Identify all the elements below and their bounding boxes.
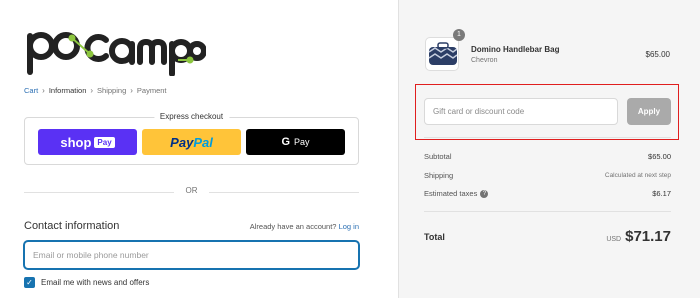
newsletter-label: Email me with news and offers	[41, 278, 150, 287]
breadcrumb-payment: Payment	[136, 86, 167, 95]
google-pay-button[interactable]: G Pay	[246, 129, 345, 155]
breadcrumb-shipping: Shipping	[97, 86, 127, 95]
divider-line	[24, 192, 174, 193]
product-variant: Chevron	[471, 57, 498, 64]
paypal-wordmark-pay: Pay	[170, 134, 194, 150]
shipping-value: Calculated at next step	[604, 172, 671, 179]
question-mark-icon[interactable]: ?	[480, 190, 489, 199]
chevron-right-icon: ›	[90, 86, 94, 95]
apply-discount-button[interactable]: Apply	[627, 98, 671, 125]
po-campo-logo[interactable]	[24, 24, 206, 76]
summary-divider	[424, 137, 671, 138]
product-price: $65.00	[645, 50, 670, 59]
express-checkout-title: Express checkout	[153, 112, 230, 121]
newsletter-checkbox[interactable]: ✓	[24, 277, 35, 288]
total-row: Total USD $71.17	[424, 228, 671, 245]
shop-pay-wordmark: shop	[60, 134, 92, 150]
summary-divider	[424, 211, 671, 212]
currency-code: USD	[606, 236, 622, 243]
or-divider: OR	[24, 186, 359, 198]
taxes-label-wrap: Estimated taxes?	[424, 189, 489, 199]
shipping-row: Shipping Calculated at next step	[424, 171, 671, 180]
shop-pay-badge: Pay	[94, 136, 115, 148]
checkout-main: Cart › Information › Shipping › Payment …	[0, 0, 398, 298]
breadcrumb-cart[interactable]: Cart	[24, 86, 38, 95]
have-account-text: Already have an account?	[249, 222, 337, 231]
shipping-label: Shipping	[424, 171, 454, 180]
total-amount: $71.17	[625, 228, 671, 245]
or-label: OR	[185, 186, 198, 195]
paypal-wordmark-pal: Pal	[193, 134, 213, 150]
taxes-label: Estimated taxes	[424, 189, 478, 198]
have-account-prompt: Already have an account? Log in	[250, 222, 359, 231]
email-field[interactable]	[24, 241, 359, 269]
paypal-button[interactable]: Pay Pal	[142, 129, 241, 155]
taxes-value: $6.17	[652, 189, 671, 198]
order-summary: 1 Domino Handlebar Bag Chevron $65.00 Ap…	[398, 0, 700, 298]
login-link[interactable]: Log in	[339, 222, 359, 231]
breadcrumb-information: Information	[48, 86, 87, 95]
google-pay-label: Pay	[294, 137, 310, 147]
total-label: Total	[424, 231, 445, 242]
discount-code-input[interactable]	[424, 98, 618, 125]
subtotal-value: $65.00	[648, 152, 671, 161]
express-checkout: Express checkout shop Pay Pay Pal G Pay	[24, 112, 359, 165]
total-value-wrap: USD $71.17	[606, 228, 671, 245]
handlebar-bag-image	[428, 42, 458, 65]
taxes-row: Estimated taxes? $6.17	[424, 189, 671, 199]
subtotal-row: Subtotal $65.00	[424, 152, 671, 161]
breadcrumb: Cart › Information › Shipping › Payment	[24, 86, 167, 95]
product-name: Domino Handlebar Bag	[471, 45, 560, 54]
product-image	[425, 37, 459, 71]
subtotal-label: Subtotal	[424, 152, 452, 161]
google-g-icon: G	[281, 136, 291, 148]
contact-information-heading: Contact information	[24, 220, 120, 232]
newsletter-option[interactable]: ✓ Email me with news and offers	[24, 277, 149, 288]
chevron-right-icon: ›	[42, 86, 45, 95]
shop-pay-button[interactable]: shop Pay	[38, 129, 137, 155]
chevron-right-icon: ›	[130, 86, 133, 95]
divider-line	[209, 192, 359, 193]
quantity-badge: 1	[453, 29, 465, 41]
